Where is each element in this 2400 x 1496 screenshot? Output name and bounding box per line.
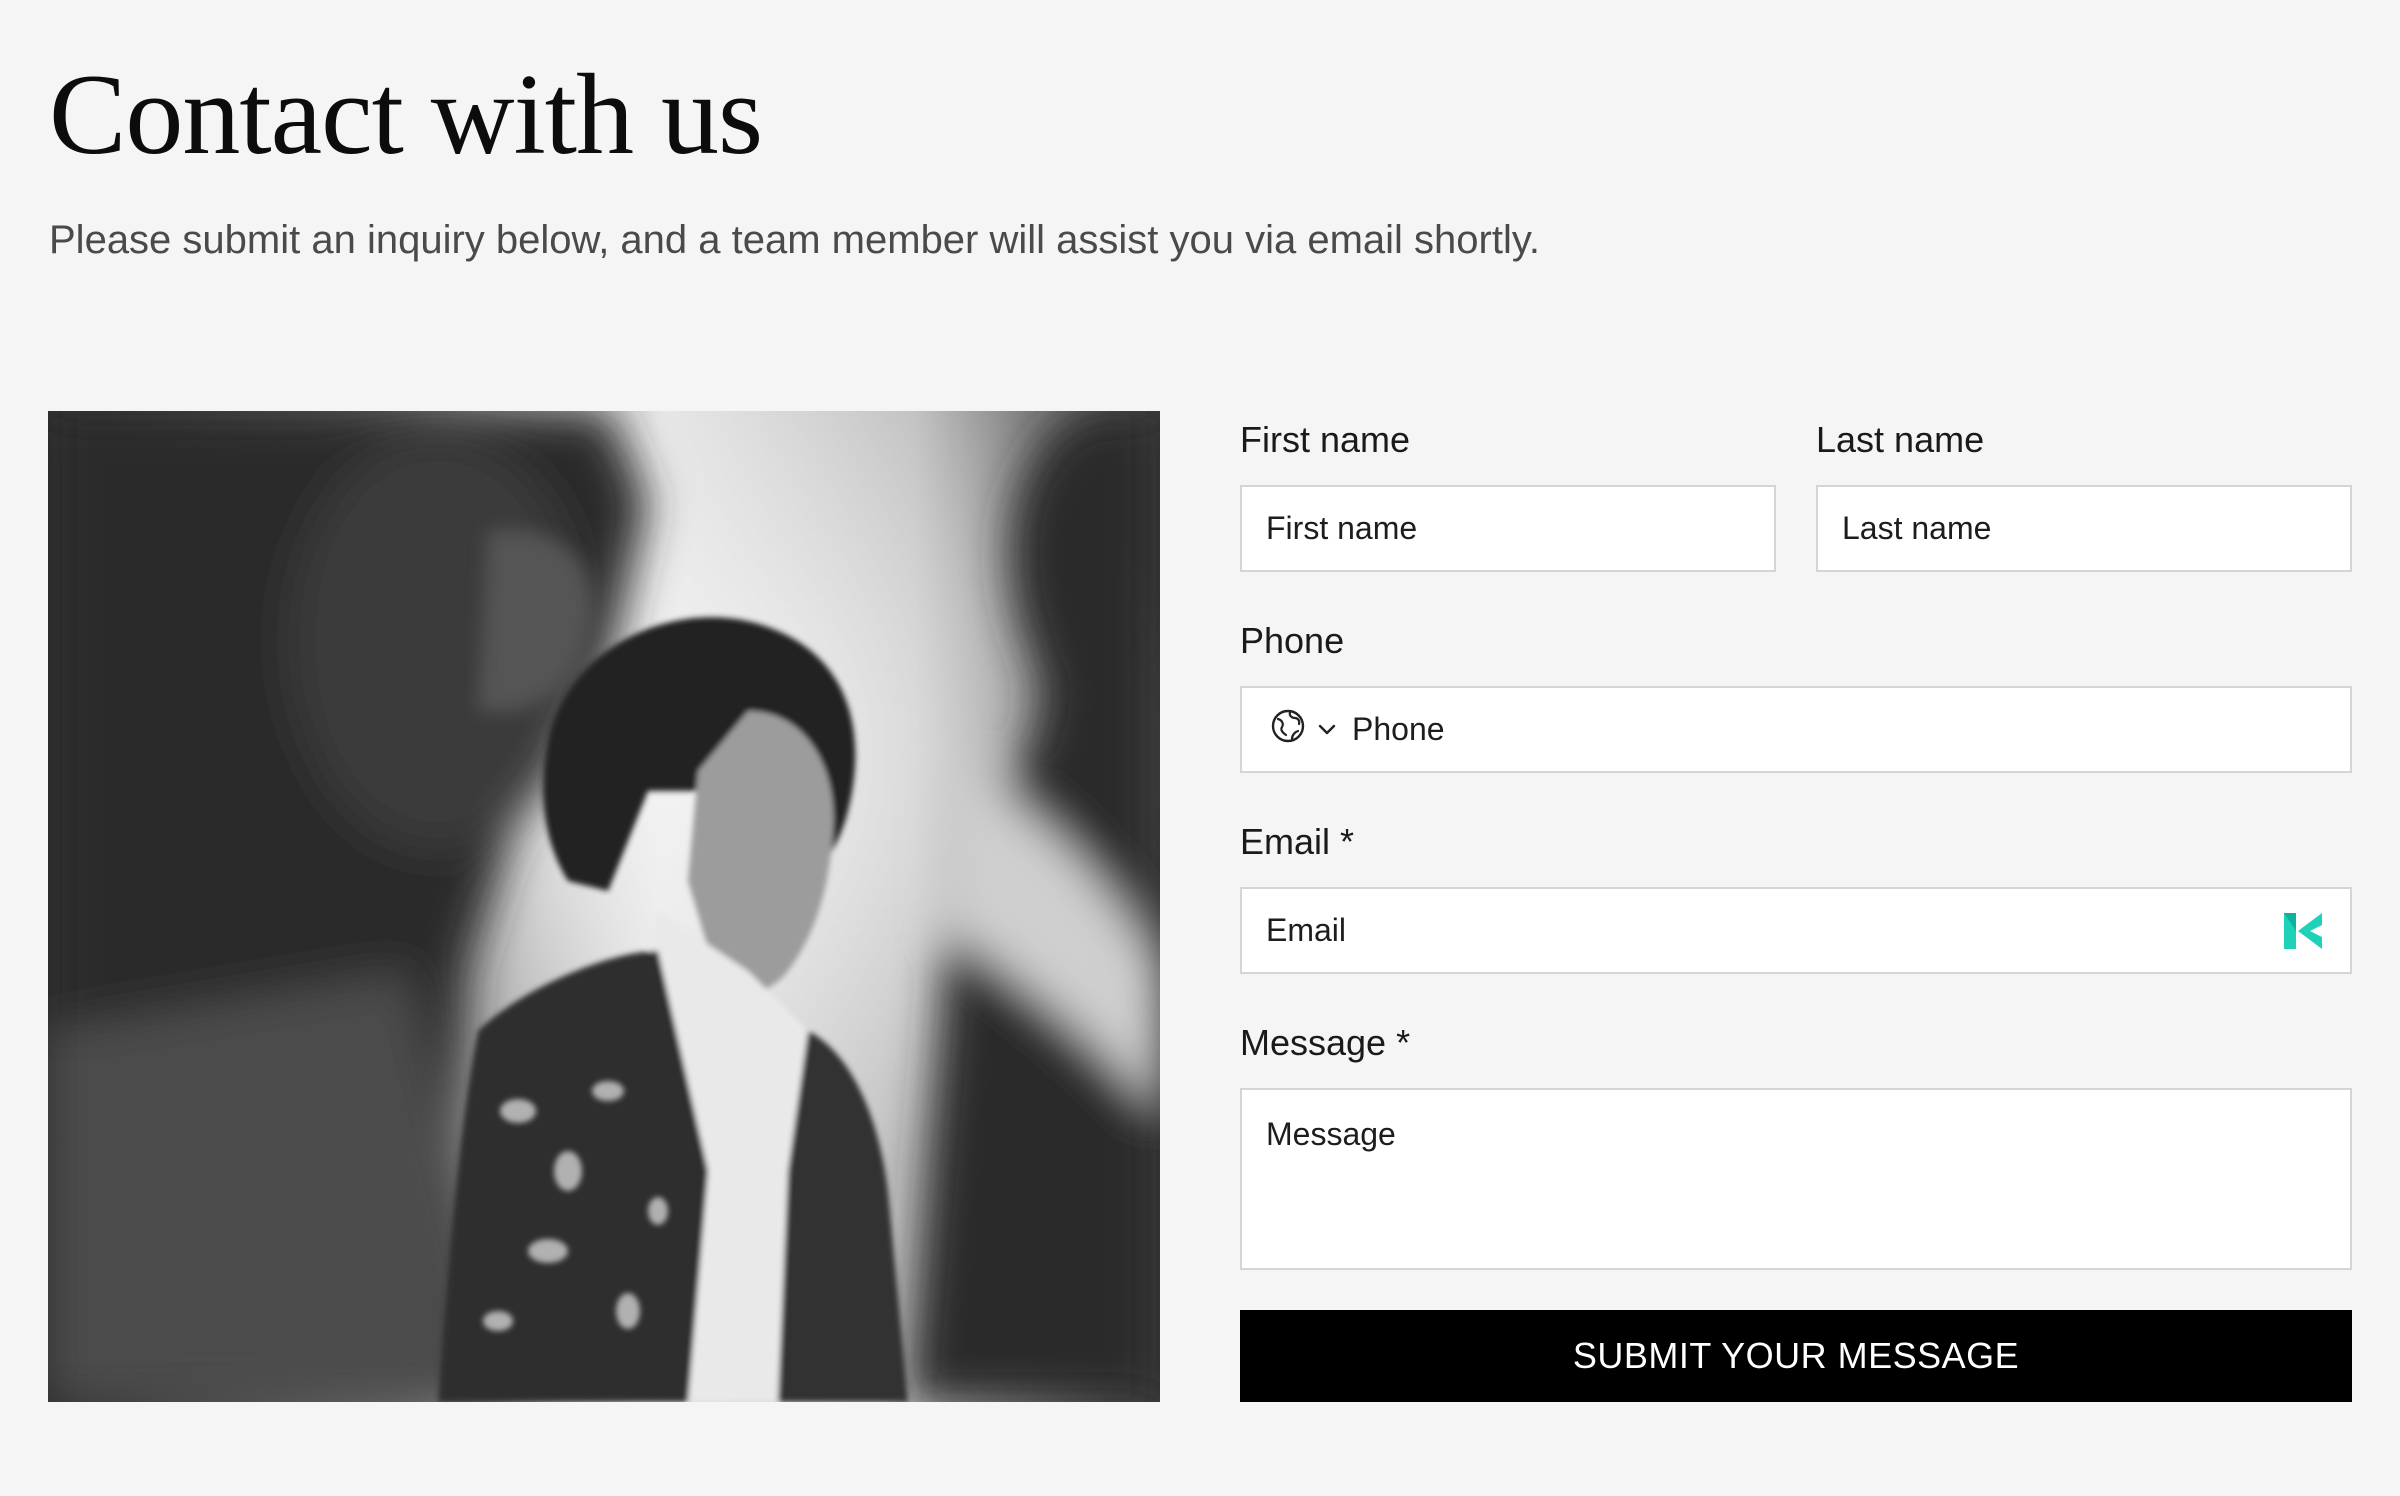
email-label: Email * [1240, 821, 1355, 862]
message-textarea[interactable] [1242, 1090, 2350, 1268]
first-name-field-wrapper [1240, 485, 1776, 572]
email-field-wrapper [1240, 887, 2352, 974]
phone-field-wrapper [1240, 686, 2352, 773]
phone-label: Phone [1240, 620, 1345, 661]
page-subtitle: Please submit an inquiry below, and a te… [49, 218, 1541, 262]
country-code-select[interactable] [1242, 688, 1338, 771]
phone-input[interactable] [1338, 688, 2350, 771]
last-name-input[interactable] [1818, 487, 2350, 570]
autofill-k-icon[interactable] [2282, 909, 2326, 953]
chevron-down-icon [1316, 711, 1338, 748]
contact-page: Contact with us Please submit an inquiry… [0, 0, 2400, 1496]
photo-illustration [48, 411, 1160, 1402]
page-title: Contact with us [49, 51, 763, 179]
first-name-label: First name [1240, 419, 1411, 460]
last-name-label: Last name [1816, 419, 1985, 460]
submit-button[interactable]: SUBMIT YOUR MESSAGE [1240, 1310, 2352, 1402]
email-input[interactable] [1242, 889, 2350, 972]
globe-icon [1270, 708, 1306, 752]
last-name-field-wrapper [1816, 485, 2352, 572]
message-field-wrapper [1240, 1088, 2352, 1270]
message-label: Message * [1240, 1022, 1411, 1063]
first-name-input[interactable] [1242, 487, 1774, 570]
hero-photo [48, 411, 1160, 1402]
